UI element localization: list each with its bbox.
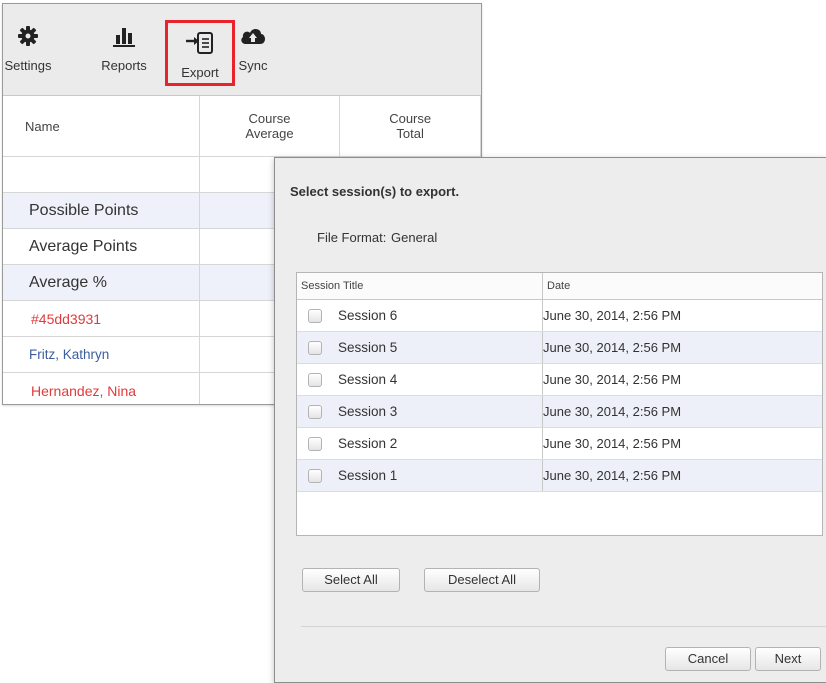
date-column-header[interactable]: Date	[542, 273, 822, 300]
gear-icon	[18, 26, 38, 46]
session-checkbox[interactable]	[308, 469, 322, 484]
session-row[interactable]: Session 6 June 30, 2014, 2:56 PM	[297, 299, 822, 332]
session-row[interactable]: Session 2 June 30, 2014, 2:56 PM	[297, 427, 822, 460]
session-title: Session 1	[338, 468, 398, 484]
summary-row-label: Average Points	[3, 228, 200, 265]
session-title: Session 2	[338, 436, 398, 452]
table-header-row: Name Course Average Course Total	[3, 96, 481, 157]
session-checkbox[interactable]	[308, 341, 322, 356]
dialog-title: Select session(s) to export.	[290, 184, 460, 199]
session-title: Session 5	[338, 340, 398, 356]
divider	[301, 626, 826, 627]
student-name[interactable]: #45dd3931	[3, 300, 200, 337]
session-table: Session Title Date Session 6 June 30, 20…	[297, 273, 822, 492]
session-date: June 30, 2014, 2:56 PM	[542, 299, 822, 332]
course-total-column-header[interactable]: Course Total	[339, 96, 481, 157]
file-format-value[interactable]: General	[391, 230, 437, 245]
summary-row-label: Possible Points	[3, 192, 200, 229]
session-date: June 30, 2014, 2:56 PM	[542, 427, 822, 460]
session-checkbox[interactable]	[308, 373, 322, 388]
export-button[interactable]: Export	[165, 20, 235, 86]
settings-button[interactable]: Settings	[3, 18, 53, 88]
session-title-column-header[interactable]: Session Title	[297, 273, 543, 300]
export-dialog: Select session(s) to export. File Format…	[274, 157, 826, 683]
select-all-button[interactable]: Select All	[302, 568, 400, 592]
session-row[interactable]: Session 1 June 30, 2014, 2:56 PM	[297, 459, 822, 492]
student-name[interactable]: Hernandez, Nina	[3, 372, 200, 404]
export-label: Export	[181, 65, 219, 80]
sync-label: Sync	[238, 58, 268, 73]
session-checkbox[interactable]	[308, 437, 322, 452]
settings-label: Settings	[4, 58, 52, 73]
bar-chart-icon	[113, 28, 135, 47]
session-row[interactable]: Session 5 June 30, 2014, 2:56 PM	[297, 331, 822, 364]
file-format-label: File Format:	[317, 230, 387, 245]
session-list: Session Title Date Session 6 June 30, 20…	[296, 272, 823, 536]
session-date: June 30, 2014, 2:56 PM	[542, 363, 822, 396]
session-row[interactable]: Session 4 June 30, 2014, 2:56 PM	[297, 363, 822, 396]
session-date: June 30, 2014, 2:56 PM	[542, 395, 822, 428]
reports-button[interactable]: Reports	[93, 18, 155, 88]
name-column-header[interactable]: Name	[3, 96, 200, 157]
session-date: June 30, 2014, 2:56 PM	[542, 331, 822, 364]
cloud-sync-icon	[241, 28, 265, 44]
student-name[interactable]: Fritz, Kathryn	[3, 336, 200, 373]
next-button[interactable]: Next	[755, 647, 821, 671]
session-date: June 30, 2014, 2:56 PM	[542, 459, 822, 492]
sync-button[interactable]: Sync	[227, 18, 279, 88]
session-checkbox[interactable]	[308, 309, 322, 324]
course-average-column-header[interactable]: Course Average	[199, 96, 341, 157]
session-title: Session 6	[338, 308, 398, 324]
reports-label: Reports	[101, 58, 147, 73]
summary-row-label: Average %	[3, 264, 200, 301]
toolbar: Settings Reports Export Sync	[3, 4, 481, 96]
session-row[interactable]: Session 3 June 30, 2014, 2:56 PM	[297, 395, 822, 428]
session-table-header: Session Title Date	[297, 273, 822, 300]
export-icon	[186, 32, 213, 54]
deselect-all-button[interactable]: Deselect All	[424, 568, 540, 592]
session-checkbox[interactable]	[308, 405, 322, 420]
session-title: Session 3	[338, 404, 398, 420]
session-title: Session 4	[338, 372, 398, 388]
cancel-button[interactable]: Cancel	[665, 647, 751, 671]
